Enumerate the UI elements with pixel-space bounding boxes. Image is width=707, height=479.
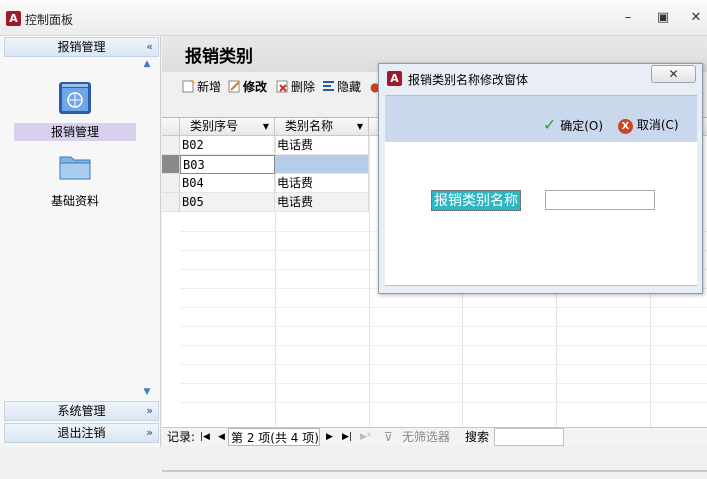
dropdown-arrow-icon[interactable]: ▼: [263, 118, 269, 135]
dropdown-arrow-icon[interactable]: ▼: [357, 118, 363, 135]
search-label: 搜索: [465, 430, 490, 444]
close-icon[interactable]: ✕: [688, 10, 704, 26]
sidebar-item-label: 报销管理: [14, 123, 136, 141]
search-input[interactable]: [494, 428, 564, 446]
row-selector[interactable]: [162, 193, 180, 212]
hide-button[interactable]: 隐藏: [322, 76, 361, 98]
chevron-up-icon[interactable]: «: [146, 38, 153, 56]
nav-group-baoxiao[interactable]: 报销管理 «: [4, 37, 159, 57]
cell-serial[interactable]: B03: [180, 155, 275, 174]
grid-divider: [369, 136, 370, 428]
window-title: 控制面板: [25, 13, 74, 27]
category-name-input[interactable]: [545, 190, 655, 210]
access-app-icon: A: [387, 71, 402, 86]
select-all-corner[interactable]: [162, 118, 180, 136]
record-navigator: 记录: |◀ ◀ 第 2 项(共 4 项) ▶ ▶| ▶* ⊽ 无筛选器 搜索: [162, 427, 707, 446]
dialog-body: 报销类别名称: [385, 142, 697, 286]
status-bar: [162, 470, 707, 472]
delete-button[interactable]: 删除: [276, 76, 315, 98]
grid-divider: [180, 345, 707, 346]
chevron-down-icon[interactable]: »: [146, 402, 153, 420]
folder-icon: [59, 156, 91, 180]
dialog-button-band: ✓ 确定(O) X 取消(C): [385, 95, 697, 142]
nav-group-logout[interactable]: 退出注销 »: [4, 423, 159, 443]
new-record-icon[interactable]: ▶*: [360, 428, 371, 446]
hide-icon: [323, 81, 334, 91]
sidebar-item-label: 基础资料: [50, 194, 99, 208]
cell-name[interactable]: 电话费: [275, 174, 369, 193]
delete-label: 删除: [291, 80, 316, 94]
filter-icon[interactable]: ⊽: [384, 428, 393, 446]
scroll-down-icon[interactable]: ▼: [141, 388, 153, 397]
column-header-label: 类别名称: [285, 119, 334, 133]
grid-divider: [180, 326, 707, 327]
ok-label: 确定: [560, 119, 585, 133]
dialog-title: 报销类别名称修改窗体: [408, 73, 529, 87]
new-icon: [182, 80, 195, 93]
new-label: 新增: [197, 80, 222, 94]
category-name-label: 报销类别名称: [431, 190, 521, 211]
cell-name[interactable]: [275, 155, 369, 174]
cancel-icon: X: [618, 119, 633, 134]
next-record-icon[interactable]: ▶: [326, 428, 333, 446]
prev-record-icon[interactable]: ◀: [218, 428, 225, 446]
cell-serial[interactable]: B04: [180, 174, 275, 193]
row-selector[interactable]: [162, 136, 180, 155]
column-header-serial[interactable]: 类别序号 ▼: [180, 118, 275, 136]
window-title-bar: A 控制面板 – ▣ ✕: [0, 0, 707, 36]
filter-status[interactable]: 无筛选器: [402, 428, 450, 446]
row-selector[interactable]: [162, 174, 180, 193]
grid-divider: [180, 364, 707, 365]
cell-serial[interactable]: B05: [180, 193, 275, 212]
dialog-title-bar: A 报销类别名称修改窗体 ✕: [379, 64, 702, 92]
edit-button[interactable]: 修改: [228, 76, 267, 98]
restore-icon[interactable]: ▣: [655, 10, 671, 26]
ok-shortcut: (O): [584, 119, 604, 133]
navigation-sidebar: 报销管理 « ▲ 报销管理 基础资料 ▼ 系统管理 » 退出注销 »: [0, 36, 161, 447]
grid-divider: [180, 307, 707, 308]
grid-divider: [180, 402, 707, 403]
column-header-label: 类别序号: [190, 119, 239, 133]
check-icon: ✓: [543, 115, 557, 134]
dialog-close-button[interactable]: ✕: [651, 65, 696, 83]
edit-label: 修改: [243, 80, 268, 94]
chevron-down-icon[interactable]: »: [146, 424, 153, 442]
sidebar-item-basic-data[interactable]: 基础资料: [14, 149, 136, 210]
cell-name[interactable]: 电话费: [275, 136, 369, 155]
cancel-shortcut: (C): [660, 118, 679, 132]
nav-group-system[interactable]: 系统管理 »: [4, 401, 159, 421]
sidebar-item-baoxiao[interactable]: 报销管理: [14, 80, 136, 141]
close-form-icon[interactable]: ●: [370, 76, 380, 98]
browser-window-icon: [59, 82, 91, 114]
ok-button[interactable]: ✓ 确定(O): [543, 116, 603, 134]
cell-serial[interactable]: B02: [180, 136, 275, 155]
nav-group-label: 系统管理: [57, 404, 106, 418]
hide-label: 隐藏: [337, 80, 362, 94]
nav-group-label: 报销管理: [57, 40, 106, 54]
cancel-label: 取消: [636, 118, 661, 132]
grid-divider: [180, 383, 707, 384]
edit-icon: [228, 80, 240, 93]
nav-group-label: 退出注销: [57, 426, 106, 440]
page-title: 报销类别: [185, 47, 253, 67]
row-selector[interactable]: [162, 155, 180, 174]
cancel-button[interactable]: X 取消(C): [618, 116, 679, 134]
access-app-icon: A: [6, 11, 21, 26]
scroll-up-icon[interactable]: ▲: [141, 60, 153, 69]
delete-icon: [276, 80, 288, 93]
record-position-field[interactable]: 第 2 项(共 4 项): [228, 428, 320, 446]
column-header-name[interactable]: 类别名称 ▼: [275, 118, 369, 136]
cell-name[interactable]: 电话费: [275, 193, 369, 212]
edit-category-dialog: A 报销类别名称修改窗体 ✕ ✓ 确定(O) X 取消(C) 报销类别名称: [378, 63, 703, 294]
new-button[interactable]: 新增: [182, 76, 221, 98]
record-label: 记录:: [167, 430, 196, 444]
first-record-icon[interactable]: |◀: [200, 428, 210, 446]
minimize-icon[interactable]: –: [620, 10, 636, 26]
last-record-icon[interactable]: ▶|: [342, 428, 352, 446]
